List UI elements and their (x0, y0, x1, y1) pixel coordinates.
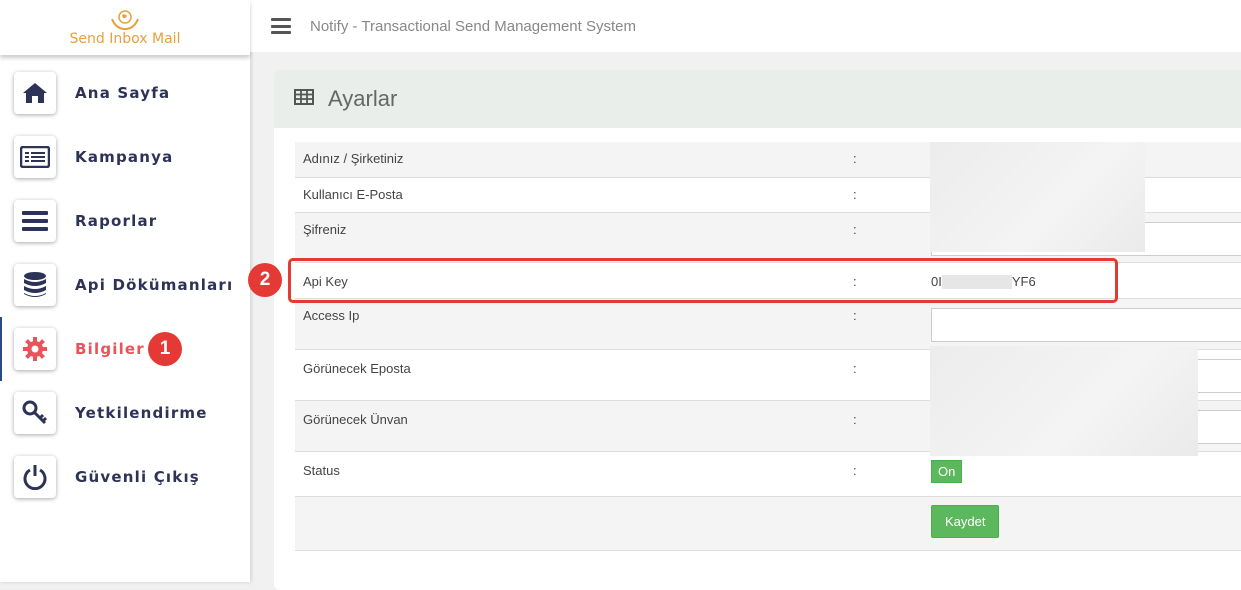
sidebar-item-label: Yetkilendirme (75, 404, 208, 422)
status-toggle-button[interactable]: On (931, 459, 963, 483)
colon: : (847, 349, 931, 401)
highlight-box (288, 258, 1118, 303)
sidebar-item-yetkilendirme[interactable]: Yetkilendirme (0, 381, 250, 445)
access-ip-field[interactable] (931, 307, 1241, 342)
sidebar-item-api-dokumanlari[interactable]: Api Dökümanları (0, 253, 250, 317)
colon: : (847, 451, 931, 497)
sidebar-item-label: Ana Sayfa (75, 84, 171, 102)
redacted-area (930, 142, 1145, 252)
sidebar-nav: Ana Sayfa Kampanya Raporlar Api Dökümanl… (0, 55, 250, 509)
sidebar-item-ana-sayfa[interactable]: Ana Sayfa (0, 61, 250, 125)
table-icon (294, 89, 314, 109)
page-title: Ayarlar (328, 86, 398, 111)
sidebar-item-label: Raporlar (75, 212, 158, 230)
field-label: Kullanıcı E-Posta (295, 177, 847, 213)
sidebar-item-label: Bilgiler (75, 340, 145, 358)
sidebar-item-bilgiler[interactable]: Bilgiler 1 (0, 317, 250, 381)
hands-globe-logo-icon (110, 9, 140, 31)
colon: : (847, 212, 931, 263)
database-icon (14, 264, 56, 306)
power-icon (14, 456, 56, 498)
annotation-badge-1: 1 (148, 332, 182, 366)
sidebar-item-label: Kampanya (75, 148, 174, 166)
field-label: Access Ip (295, 298, 847, 350)
key-icon (14, 392, 56, 434)
field-label: Görünecek Eposta (295, 349, 847, 401)
logo-text: Send Inbox Mail (69, 30, 181, 47)
bars-icon (14, 200, 56, 242)
panel-header: Ayarlar (274, 70, 1241, 128)
topbar: Notify - Transactional Send Management S… (250, 0, 1241, 52)
colon: : (847, 298, 931, 350)
list-card-icon (14, 136, 56, 178)
colon: : (847, 400, 931, 452)
menu-toggle-icon[interactable] (271, 18, 291, 34)
sidebar-item-label: Güvenli Çıkış (75, 468, 200, 486)
logo[interactable]: Send Inbox Mail (0, 0, 250, 55)
save-button[interactable]: Kaydet (931, 504, 1000, 538)
app-title: Notify - Transactional Send Management S… (310, 17, 636, 35)
redacted-area (930, 346, 1198, 456)
sidebar-item-label: Api Dökümanları (75, 276, 234, 294)
field-label: Şifreniz (295, 212, 847, 263)
colon: : (847, 177, 931, 213)
colon: : (847, 142, 931, 178)
field-label: Adınız / Şirketiniz (295, 142, 847, 178)
gear-icon (14, 328, 56, 370)
sidebar-item-raporlar[interactable]: Raporlar (0, 189, 250, 253)
sidebar: Send Inbox Mail Ana Sayfa Kampanya Rapor… (0, 0, 250, 582)
field-label: Görünecek Ünvan (295, 400, 847, 452)
sidebar-item-guvenli-cikis[interactable]: Güvenli Çıkış (0, 445, 250, 509)
field-label: Status (295, 451, 847, 497)
annotation-badge-2: 2 (248, 263, 282, 297)
home-icon (14, 72, 56, 114)
form-row-actions: Kaydet (295, 496, 1241, 551)
sidebar-item-kampanya[interactable]: Kampanya (0, 125, 250, 189)
settings-panel: Ayarlar Adınız / Şirketiniz : Kullanıcı … (274, 70, 1241, 590)
form-row-access-ip: Access Ip : (295, 298, 1241, 350)
form-row-status: Status : On (295, 451, 1241, 497)
